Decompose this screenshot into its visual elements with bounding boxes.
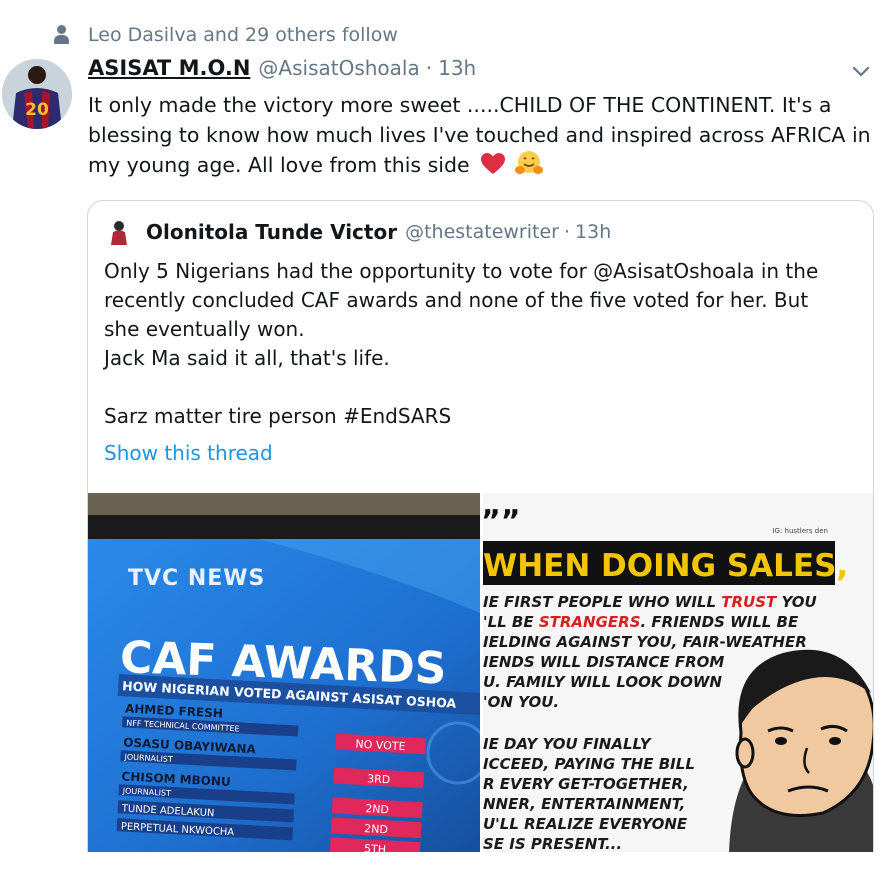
vote-value: 2ND: [365, 802, 389, 816]
quote-avatar[interactable]: [106, 219, 132, 245]
red-heart-emoji: [480, 152, 506, 184]
person-icon: [50, 23, 74, 47]
image-credit: IG: hustlers den: [772, 527, 828, 535]
sales-line-5: U. FAMILY WILL LOOK DOWN: [483, 673, 722, 691]
chevron-down-icon[interactable]: [848, 60, 874, 82]
tweet-timestamp[interactable]: 13h: [438, 56, 476, 80]
social-context[interactable]: Leo Dasilva and 29 others follow: [50, 22, 398, 48]
social-context-text: Leo Dasilva and 29 others follow: [88, 24, 398, 46]
sales-line-10: NNER, ENTERTAINMENT,: [483, 795, 685, 813]
show-thread-link[interactable]: Show this thread: [104, 441, 273, 465]
avatar[interactable]: 20: [2, 59, 72, 129]
portrait-illustration: [729, 649, 873, 853]
quote-line: Sarz matter tire person #EndSARS: [104, 404, 452, 428]
quote-mark: ””: [483, 504, 520, 539]
hugging-face-emoji: [514, 150, 543, 184]
quote-line-blank: [104, 373, 864, 402]
quote-text: Only 5 Nigerians had the opportunity to …: [104, 257, 864, 431]
sales-line-6: 'ON YOU.: [483, 693, 559, 711]
sales-headline: WHEN DOING SALES,: [483, 548, 848, 584]
quote-author-name[interactable]: Olonitola Tunde Victor: [146, 220, 397, 244]
media-image-quote-graphic[interactable]: ”” IG: hustlers den WHEN DOING SALES, IE…: [483, 493, 873, 853]
vote-value: 3RD: [367, 772, 391, 786]
tweet-text: It only made the victory more sweet ....…: [88, 90, 888, 184]
avatar-jersey-number: 20: [25, 100, 49, 120]
sales-line-3: IELDING AGAINST YOU, FAIR-WEATHER: [483, 633, 807, 651]
author-handle[interactable]: @AsisatOshoala: [258, 56, 419, 80]
tweet-header: ASISAT M.O.N @AsisatOshoala · 13h: [88, 56, 476, 88]
quote-line: Only 5 Nigerians had the opportunity to …: [104, 259, 819, 283]
quote-timestamp[interactable]: 13h: [575, 221, 611, 243]
quote-line: Jack Ma said it all, that's life.: [104, 346, 390, 370]
sales-line-8: ICCEED, PAYING THE BILL: [483, 755, 695, 773]
channel-label: TVC NEWS: [128, 566, 265, 591]
sales-line-4: IENDS WILL DISTANCE FROM: [483, 653, 724, 671]
vote-value: NO VOTE: [355, 738, 406, 754]
media-image-tv-screen[interactable]: TVC NEWS CAF AWARDS HOW NIGERIAN VOTED A…: [88, 493, 480, 853]
quote-line: recently concluded CAF awards and none o…: [104, 288, 809, 312]
sales-line-7: IE DAY YOU FINALLY: [483, 735, 653, 753]
vote-value: 2ND: [364, 822, 388, 836]
media-grid: TVC NEWS CAF AWARDS HOW NIGERIAN VOTED A…: [88, 493, 873, 869]
sales-line-1: IE FIRST PEOPLE WHO WILL TRUST YOU: [483, 593, 817, 611]
quote-author-handle[interactable]: @thestatewriter: [405, 221, 559, 243]
bottom-edge: [0, 852, 896, 878]
quoted-tweet[interactable]: Olonitola Tunde Victor @thestatewriter ·…: [87, 200, 874, 870]
quote-header: Olonitola Tunde Victor @thestatewriter ·…: [106, 217, 611, 247]
sales-line-2: 'LL BE STRANGERS. FRIENDS WILL BE: [483, 613, 799, 631]
author-name[interactable]: ASISAT M.O.N: [88, 56, 250, 80]
separator-dot: ·: [563, 221, 571, 243]
quote-line: she eventually won.: [104, 317, 305, 341]
separator-dot: ·: [425, 56, 433, 80]
sales-line-9: R EVERY GET-TOGETHER,: [483, 775, 689, 793]
sales-line-11: U'LL REALIZE EVERYONE: [483, 815, 688, 833]
sales-line-12: SE IS PRESENT...: [483, 835, 622, 853]
